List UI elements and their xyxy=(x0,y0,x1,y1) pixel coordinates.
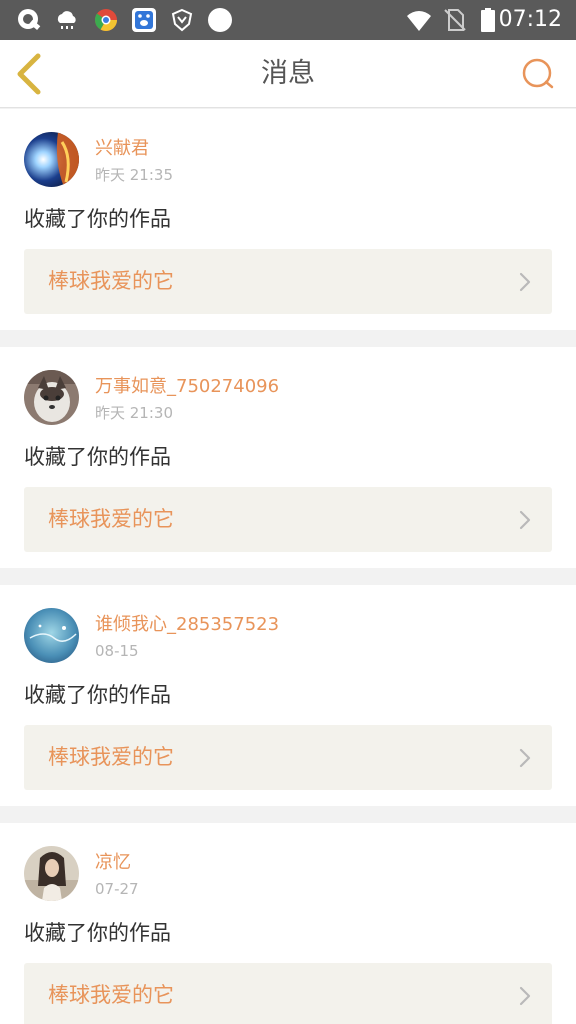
no-sim-icon xyxy=(442,7,468,33)
action-text: 收藏了你的作品 xyxy=(24,207,171,231)
message-card: 凉忆 07-27 收藏了你的作品 棒球我爱的它 xyxy=(0,823,576,1024)
clock-time: 07:12 xyxy=(498,7,562,32)
message-card: 兴献君 昨天 21:35 收藏了你的作品 棒球我爱的它 xyxy=(0,109,576,330)
work-title: 棒球我爱的它 xyxy=(48,983,174,1007)
work-title: 棒球我爱的它 xyxy=(48,745,174,769)
battery-icon xyxy=(475,7,501,33)
search-icon xyxy=(518,58,558,98)
wifi-icon xyxy=(406,7,432,33)
q-app-icon xyxy=(16,7,42,33)
page-title: 消息 xyxy=(261,58,315,89)
work-link[interactable]: 棒球我爱的它 xyxy=(24,487,552,552)
message-card: 谁倾我心_285357523 08-15 收藏了你的作品 棒球我爱的它 xyxy=(0,585,576,806)
action-text: 收藏了你的作品 xyxy=(24,445,171,469)
chevron-right-icon xyxy=(518,509,532,531)
chrome-icon xyxy=(93,7,119,33)
timestamp: 昨天 21:30 xyxy=(95,404,173,422)
action-text: 收藏了你的作品 xyxy=(24,921,171,945)
chevron-right-icon xyxy=(518,747,532,769)
avatar-fire-icon[interactable] xyxy=(24,132,79,187)
search-button[interactable] xyxy=(518,54,558,94)
timestamp: 昨天 21:35 xyxy=(95,166,173,184)
avatar-dog-icon[interactable] xyxy=(24,370,79,425)
circle-icon xyxy=(207,7,233,33)
message-card: 万事如意_750274096 昨天 21:30 收藏了你的作品 棒球我爱的它 xyxy=(0,347,576,568)
timestamp: 07-27 xyxy=(95,880,139,898)
weather-icon xyxy=(54,7,80,33)
work-title: 棒球我爱的它 xyxy=(48,269,174,293)
work-link[interactable]: 棒球我爱的它 xyxy=(24,249,552,314)
message-list: 兴献君 昨天 21:35 收藏了你的作品 棒球我爱的它 万事如意_7502740… xyxy=(0,109,576,1024)
username[interactable]: 万事如意_750274096 xyxy=(95,375,279,399)
work-title: 棒球我爱的它 xyxy=(48,507,174,531)
chevron-right-icon xyxy=(518,271,532,293)
username[interactable]: 凉忆 xyxy=(95,851,131,875)
work-link[interactable]: 棒球我爱的它 xyxy=(24,963,552,1024)
app-header: 消息 xyxy=(0,40,576,108)
avatar-girl-icon[interactable] xyxy=(24,846,79,901)
status-bar: 07:12 xyxy=(0,0,576,40)
username[interactable]: 谁倾我心_285357523 xyxy=(95,613,279,637)
work-link[interactable]: 棒球我爱的它 xyxy=(24,725,552,790)
timestamp: 08-15 xyxy=(95,642,139,660)
shield-icon xyxy=(169,7,195,33)
chevron-right-icon xyxy=(518,985,532,1007)
baidu-icon xyxy=(131,7,157,33)
avatar-blue-icon[interactable] xyxy=(24,608,79,663)
action-text: 收藏了你的作品 xyxy=(24,683,171,707)
username[interactable]: 兴献君 xyxy=(95,137,149,161)
